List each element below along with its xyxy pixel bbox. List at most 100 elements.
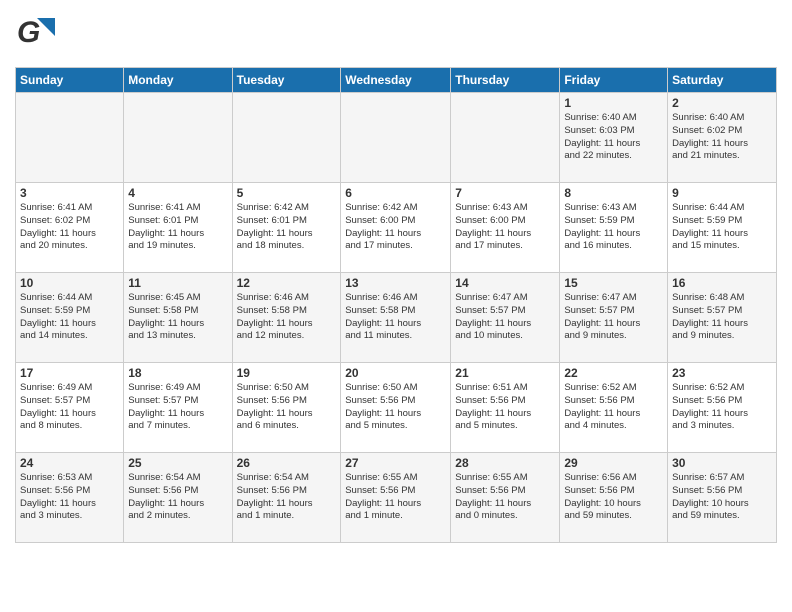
day-info: Sunrise: 6:40 AM Sunset: 6:03 PM Dayligh… [564,112,663,163]
day-number: 23 [672,366,772,380]
calendar-cell-1-4 [341,93,451,183]
day-info: Sunrise: 6:52 AM Sunset: 5:56 PM Dayligh… [564,382,663,433]
day-info: Sunrise: 6:46 AM Sunset: 5:58 PM Dayligh… [345,292,446,343]
calendar-cell-1-3 [232,93,341,183]
calendar-cell-2-6: 8Sunrise: 6:43 AM Sunset: 5:59 PM Daylig… [560,183,668,273]
day-number: 14 [455,276,555,290]
day-info: Sunrise: 6:55 AM Sunset: 5:56 PM Dayligh… [455,472,555,523]
day-info: Sunrise: 6:46 AM Sunset: 5:58 PM Dayligh… [237,292,337,343]
calendar-cell-3-1: 10 Sunrise: 6:44 AM Sunset: 5:59 PM Dayli… [16,273,124,363]
day-info: Sunrise: 6:41 AM Sunset: 6:01 PM Dayligh… [128,202,227,253]
calendar-cell-5-1: 24 Sunrise: 6:53 AM Sunset: 5:56 PM Dayli… [16,453,124,543]
calendar-cell-4-6: 22 Sunrise: 6:52 AM Sunset: 5:56 PM Dayli… [560,363,668,453]
calendar-table: SundayMondayTuesdayWednesdayThursdayFrid… [15,67,777,543]
calendar-cell-4-7: 23 Sunrise: 6:52 AM Sunset: 5:56 PM Dayli… [668,363,777,453]
day-number: 24 [20,456,119,470]
calendar-cell-2-1: 3 Sunrise: 6:41 AM Sunset: 6:02 PM Daylig… [16,183,124,273]
calendar-cell-3-7: 16 Sunrise: 6:48 AM Sunset: 5:57 PM Dayli… [668,273,777,363]
day-number: 22 [564,366,663,380]
calendar-cell-2-3: 5Sunrise: 6:42 AM Sunset: 6:01 PM Daylig… [232,183,341,273]
day-info: Sunrise: 6:48 AM Sunset: 5:57 PM Dayligh… [672,292,772,343]
calendar-cell-3-4: 13 Sunrise: 6:46 AM Sunset: 5:58 PM Dayli… [341,273,451,363]
day-number: 5 [237,186,337,200]
day-number: 25 [128,456,227,470]
calendar-cell-2-2: 4 Sunrise: 6:41 AM Sunset: 6:01 PM Daylig… [124,183,232,273]
calendar-cell-1-2 [124,93,232,183]
day-info: Sunrise: 6:49 AM Sunset: 5:57 PM Dayligh… [20,382,119,433]
day-number: 28 [455,456,555,470]
logo: G [15,10,63,59]
day-info: Sunrise: 6:57 AM Sunset: 5:56 PM Dayligh… [672,472,772,523]
day-info: Sunrise: 6:51 AM Sunset: 5:56 PM Dayligh… [455,382,555,433]
day-number: 4 [128,186,227,200]
calendar-header-sunday: Sunday [16,68,124,93]
calendar-header-thursday: Thursday [451,68,560,93]
calendar-cell-5-4: 27 Sunrise: 6:55 AM Sunset: 5:56 PM Dayli… [341,453,451,543]
calendar-cell-5-5: 28 Sunrise: 6:55 AM Sunset: 5:56 PM Dayli… [451,453,560,543]
day-info: Sunrise: 6:42 AM Sunset: 6:00 PM Dayligh… [345,202,446,253]
day-info: Sunrise: 6:41 AM Sunset: 6:02 PM Dayligh… [20,202,119,253]
calendar-cell-2-7: 9 Sunrise: 6:44 AM Sunset: 5:59 PM Daylig… [668,183,777,273]
day-number: 12 [237,276,337,290]
day-info: Sunrise: 6:47 AM Sunset: 5:57 PM Dayligh… [564,292,663,343]
day-number: 6 [345,186,446,200]
day-number: 13 [345,276,446,290]
day-number: 9 [672,186,772,200]
day-info: Sunrise: 6:55 AM Sunset: 5:56 PM Dayligh… [345,472,446,523]
day-number: 26 [237,456,337,470]
calendar-cell-1-6: 1 Sunrise: 6:40 AM Sunset: 6:03 PM Daylig… [560,93,668,183]
day-number: 19 [237,366,337,380]
day-info: Sunrise: 6:50 AM Sunset: 5:56 PM Dayligh… [237,382,337,433]
calendar-header-tuesday: Tuesday [232,68,341,93]
calendar-cell-5-3: 26 Sunrise: 6:54 AM Sunset: 5:56 PM Dayli… [232,453,341,543]
day-number: 17 [20,366,119,380]
day-info: Sunrise: 6:53 AM Sunset: 5:56 PM Dayligh… [20,472,119,523]
day-number: 8 [564,186,663,200]
day-number: 11 [128,276,227,290]
calendar-cell-4-1: 17 Sunrise: 6:49 AM Sunset: 5:57 PM Dayli… [16,363,124,453]
day-info: Sunrise: 6:52 AM Sunset: 5:56 PM Dayligh… [672,382,772,433]
day-info: Sunrise: 6:47 AM Sunset: 5:57 PM Dayligh… [455,292,555,343]
day-number: 29 [564,456,663,470]
calendar-cell-1-7: 2 Sunrise: 6:40 AM Sunset: 6:02 PM Daylig… [668,93,777,183]
day-number: 1 [564,96,663,110]
calendar-cell-3-3: 12 Sunrise: 6:46 AM Sunset: 5:58 PM Dayli… [232,273,341,363]
day-number: 2 [672,96,772,110]
day-info: Sunrise: 6:43 AM Sunset: 6:00 PM Dayligh… [455,202,555,253]
day-number: 3 [20,186,119,200]
day-number: 18 [128,366,227,380]
day-info: Sunrise: 6:44 AM Sunset: 5:59 PM Dayligh… [672,202,772,253]
day-number: 21 [455,366,555,380]
calendar-header-saturday: Saturday [668,68,777,93]
calendar-cell-5-7: 30 Sunrise: 6:57 AM Sunset: 5:56 PM Dayli… [668,453,777,543]
calendar-cell-5-2: 25Sunrise: 6:54 AM Sunset: 5:56 PM Dayli… [124,453,232,543]
calendar-cell-3-2: 11Sunrise: 6:45 AM Sunset: 5:58 PM Dayli… [124,273,232,363]
day-info: Sunrise: 6:44 AM Sunset: 5:59 PM Dayligh… [20,292,119,343]
calendar-header-friday: Friday [560,68,668,93]
day-number: 27 [345,456,446,470]
day-number: 15 [564,276,663,290]
day-number: 16 [672,276,772,290]
calendar-cell-1-5 [451,93,560,183]
calendar-cell-2-4: 6 Sunrise: 6:42 AM Sunset: 6:00 PM Daylig… [341,183,451,273]
day-info: Sunrise: 6:54 AM Sunset: 5:56 PM Dayligh… [237,472,337,523]
calendar-header-monday: Monday [124,68,232,93]
calendar-cell-1-1 [16,93,124,183]
calendar-cell-4-2: 18Sunrise: 6:49 AM Sunset: 5:57 PM Dayli… [124,363,232,453]
calendar-cell-2-5: 7 Sunrise: 6:43 AM Sunset: 6:00 PM Daylig… [451,183,560,273]
calendar-week-2: 3 Sunrise: 6:41 AM Sunset: 6:02 PM Daylig… [16,183,777,273]
day-info: Sunrise: 6:40 AM Sunset: 6:02 PM Dayligh… [672,112,772,163]
day-info: Sunrise: 6:56 AM Sunset: 5:56 PM Dayligh… [564,472,663,523]
calendar-cell-4-3: 19 Sunrise: 6:50 AM Sunset: 5:56 PM Dayli… [232,363,341,453]
calendar-week-3: 10 Sunrise: 6:44 AM Sunset: 5:59 PM Dayli… [16,273,777,363]
day-number: 7 [455,186,555,200]
header: G [15,10,777,59]
svg-text:G: G [17,16,40,49]
calendar-header-wednesday: Wednesday [341,68,451,93]
calendar-cell-4-5: 21 Sunrise: 6:51 AM Sunset: 5:56 PM Dayli… [451,363,560,453]
calendar-week-5: 24 Sunrise: 6:53 AM Sunset: 5:56 PM Dayli… [16,453,777,543]
calendar-cell-3-6: 15 Sunrise: 6:47 AM Sunset: 5:57 PM Dayli… [560,273,668,363]
main-container: G SundayMondayTuesdayWednesdayThursdayFr… [0,0,792,553]
day-number: 30 [672,456,772,470]
day-number: 10 [20,276,119,290]
